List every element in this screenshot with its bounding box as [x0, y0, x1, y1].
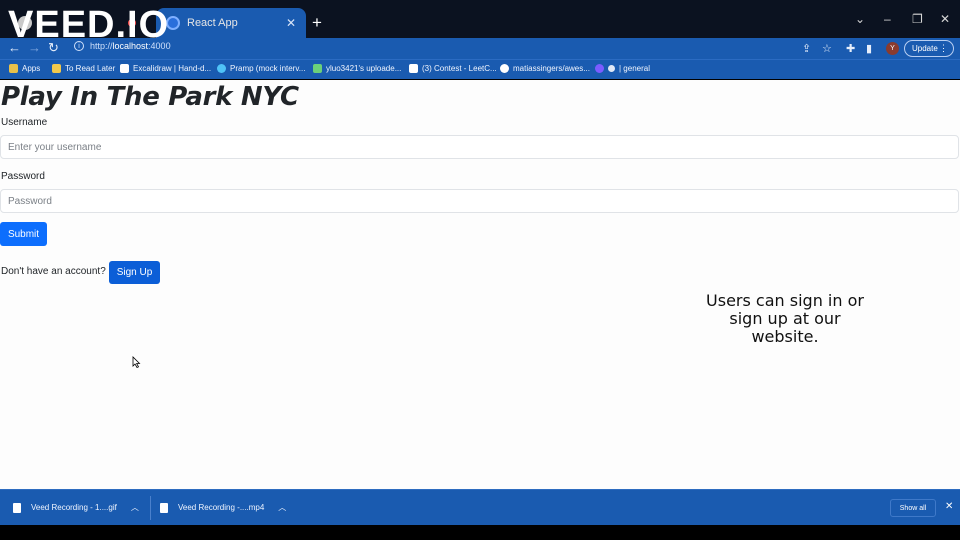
discord-icon — [595, 64, 604, 73]
update-label: Update — [912, 44, 938, 53]
pramp-icon — [217, 64, 226, 73]
tab-label: React App — [187, 17, 238, 29]
menu-dots-icon: ⋮ — [939, 43, 948, 53]
excalidraw-icon — [120, 64, 129, 73]
back-arrow-icon[interactable]: ← — [8, 40, 21, 55]
tab-close-icon[interactable]: ✕ — [286, 16, 296, 30]
minimize-button[interactable]: – — [884, 12, 891, 26]
download-item-mp4[interactable]: Veed Recording -....mp4 ︿ — [160, 502, 286, 513]
mouse-cursor-icon — [132, 356, 141, 368]
leetcode-icon — [409, 64, 418, 73]
bookmark-github[interactable]: matiassingers/awes... — [500, 64, 590, 73]
bookmark-label: (3) Contest - LeetC... — [422, 64, 497, 73]
browser-tab-react-app[interactable]: React App ✕ — [156, 8, 306, 38]
downloads-close-icon[interactable]: ✕ — [945, 501, 953, 512]
new-tab-button[interactable]: + — [312, 14, 322, 31]
upload-icon — [313, 64, 322, 73]
bookmark-excalidraw[interactable]: Excalidraw | Hand-d... — [120, 64, 211, 73]
username-label: Username — [1, 117, 48, 128]
bookmark-label: To Read Later — [65, 64, 116, 73]
address-bar[interactable]: i http://localhost:4000 — [74, 41, 171, 51]
bookmarks-bar: Apps To Read Later Excalidraw | Hand-d..… — [0, 59, 960, 79]
update-button[interactable]: Update ⋮ — [904, 40, 954, 57]
extensions-puzzle-icon[interactable]: ✚ — [846, 42, 855, 55]
bottom-border — [0, 525, 960, 540]
file-icon — [13, 502, 21, 513]
url-host: localhost — [112, 41, 149, 51]
divider — [150, 496, 151, 520]
tab-search-icon[interactable]: ⌄ — [855, 12, 865, 26]
bookmark-pramp[interactable]: Pramp (mock interv... — [217, 64, 305, 73]
page-content: Play In The Park NYC Username Password S… — [0, 80, 960, 489]
bookmark-label: matiassingers/awes... — [513, 64, 590, 73]
chevron-up-icon[interactable]: ︿ — [278, 502, 286, 513]
bookmark-label: Excalidraw | Hand-d... — [133, 64, 212, 73]
restore-button[interactable]: ❐ — [912, 12, 923, 26]
chat-bubble-icon — [608, 65, 615, 72]
download-name: Veed Recording -....mp4 — [178, 503, 265, 512]
forward-arrow-icon[interactable]: → — [28, 40, 41, 55]
bookmark-uploads[interactable]: yluo3421's uploade... — [313, 64, 401, 73]
username-input[interactable] — [0, 135, 959, 159]
download-name: Veed Recording - 1....gif — [31, 503, 117, 512]
bookmark-leetcode[interactable]: (3) Contest - LeetC... — [409, 64, 497, 73]
folder-icon — [52, 64, 61, 73]
bookmark-discord[interactable]: | general — [595, 64, 650, 73]
bookmark-to-read-later[interactable]: To Read Later — [52, 64, 115, 73]
bookmark-apps[interactable]: Apps — [9, 64, 40, 73]
url-prefix: http:// — [90, 41, 113, 51]
bookmark-star-icon[interactable]: ☆ — [822, 42, 832, 55]
submit-button[interactable]: Submit — [0, 222, 47, 246]
window-close-button[interactable]: ✕ — [940, 12, 950, 26]
browser-toolbar: ← → ↻ i http://localhost:4000 ⇪ ☆ ✚ ▮ Y … — [0, 38, 960, 59]
chevron-up-icon[interactable]: ︿ — [131, 502, 139, 513]
sign-up-button[interactable]: Sign Up — [109, 261, 160, 284]
no-account-text: Don't have an account? — [1, 266, 106, 277]
side-panel-icon[interactable]: ▮ — [866, 42, 872, 55]
share-icon[interactable]: ⇪ — [802, 42, 811, 55]
url-port: :4000 — [148, 41, 171, 51]
github-icon — [500, 64, 509, 73]
bookmark-label: Apps — [22, 64, 41, 73]
browser-tab-bar: React App ✕ + ⌄ – ❐ ✕ VEED.IO — [0, 0, 960, 46]
show-all-button[interactable]: Show all — [890, 499, 936, 517]
downloads-bar: Veed Recording - 1....gif ︿ Veed Recordi… — [0, 489, 960, 525]
site-info-icon[interactable]: i — [74, 41, 84, 51]
password-label: Password — [1, 171, 45, 182]
apps-grid-icon — [9, 64, 18, 73]
profile-avatar[interactable]: Y — [886, 42, 899, 55]
bookmark-label: | general — [619, 64, 650, 73]
bookmark-label: Pramp (mock interv... — [230, 64, 306, 73]
overlay-caption: Users can sign in or sign up at our webs… — [706, 291, 864, 346]
page-title: Play In The Park NYC — [1, 82, 299, 112]
file-icon — [160, 502, 168, 513]
reload-icon[interactable]: ↻ — [48, 40, 59, 56]
password-input[interactable] — [0, 189, 959, 213]
download-item-gif[interactable]: Veed Recording - 1....gif ︿ — [13, 502, 139, 513]
bookmark-label: yluo3421's uploade... — [326, 64, 402, 73]
